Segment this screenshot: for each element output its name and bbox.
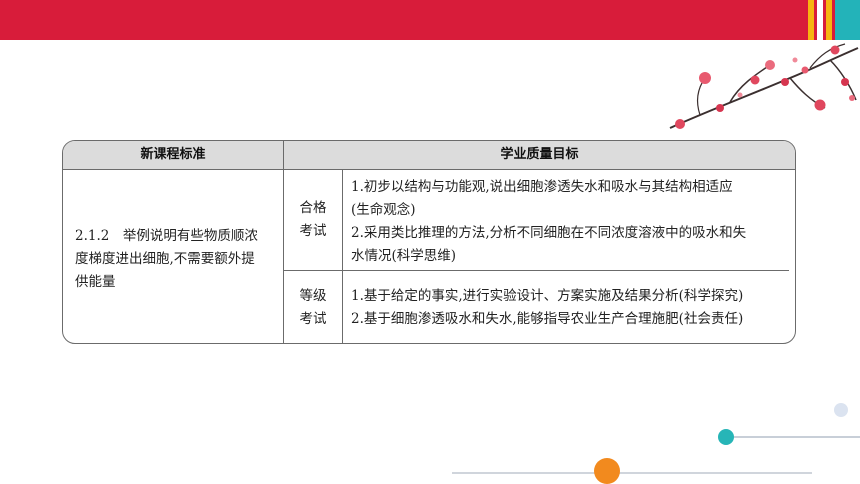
level-label-grade: 等级 考试 [285, 285, 341, 331]
accent-stripe-yellow-2 [826, 0, 832, 40]
goals-grade: 1.基于给定的事实,进行实验设计、方案实施及结果分析(科学探究) 2.基于细胞渗… [351, 285, 787, 331]
header-standard: 新课程标准 [140, 147, 206, 162]
table-header-row: 新课程标准 学业质量目标 [63, 141, 795, 170]
level-label-pass: 合格 考试 [285, 197, 341, 243]
standards-table: 新课程标准 学业质量目标 2.1.2 举例说明有些物质顺浓 度梯度进出细胞,不需… [62, 140, 796, 344]
level-label-line: 合格 [299, 200, 327, 216]
goal-line: 2.基于细胞渗透吸水和失水,能够指导农业生产合理施肥(社会责任) [351, 311, 744, 327]
goal-line: 1.基于给定的事实,进行实验设计、方案实施及结果分析(科学探究) [351, 288, 744, 304]
goal-line: (生命观念) [351, 202, 416, 218]
plum-blossom-decoration [669, 43, 859, 129]
goal-line: 2.采用类比推理的方法,分析不同细胞在不同浓度溶液中的吸水和失 [351, 225, 747, 241]
goal-line: 1.初步以结构与功能观,说出细胞渗透失水和吸水与其结构相适应 [351, 179, 733, 195]
goal-line: 水情况(科学思维) [351, 248, 457, 264]
decor-dot-teal [718, 429, 734, 445]
accent-stripe-yellow [808, 0, 814, 40]
decor-dot-gray [834, 403, 848, 417]
accent-stripe-teal [835, 0, 860, 40]
top-banner [0, 0, 860, 40]
divider-level [342, 169, 343, 343]
level-label-line: 等级 [299, 288, 327, 304]
standard-line: 供能量 [75, 274, 116, 290]
standard-line: 度梯度进出细胞,不需要额外提 [75, 251, 255, 267]
decor-line-bottom [452, 472, 812, 474]
level-label-line: 考试 [299, 311, 327, 327]
goals-pass: 1.初步以结构与功能观,说出细胞渗透失水和吸水与其结构相适应 (生命观念) 2.… [351, 176, 787, 268]
divider-main [283, 141, 284, 343]
decor-line-teal [734, 436, 860, 438]
level-label-line: 考试 [299, 223, 327, 239]
accent-stripe-white [817, 0, 823, 40]
standard-line: 2.1.2 举例说明有些物质顺浓 [75, 228, 258, 244]
standard-cell: 2.1.2 举例说明有些物质顺浓 度梯度进出细胞,不需要额外提 供能量 [75, 225, 280, 294]
divider-row [284, 270, 789, 271]
header-goals: 学业质量目标 [500, 147, 579, 162]
decor-dot-orange [594, 458, 620, 484]
